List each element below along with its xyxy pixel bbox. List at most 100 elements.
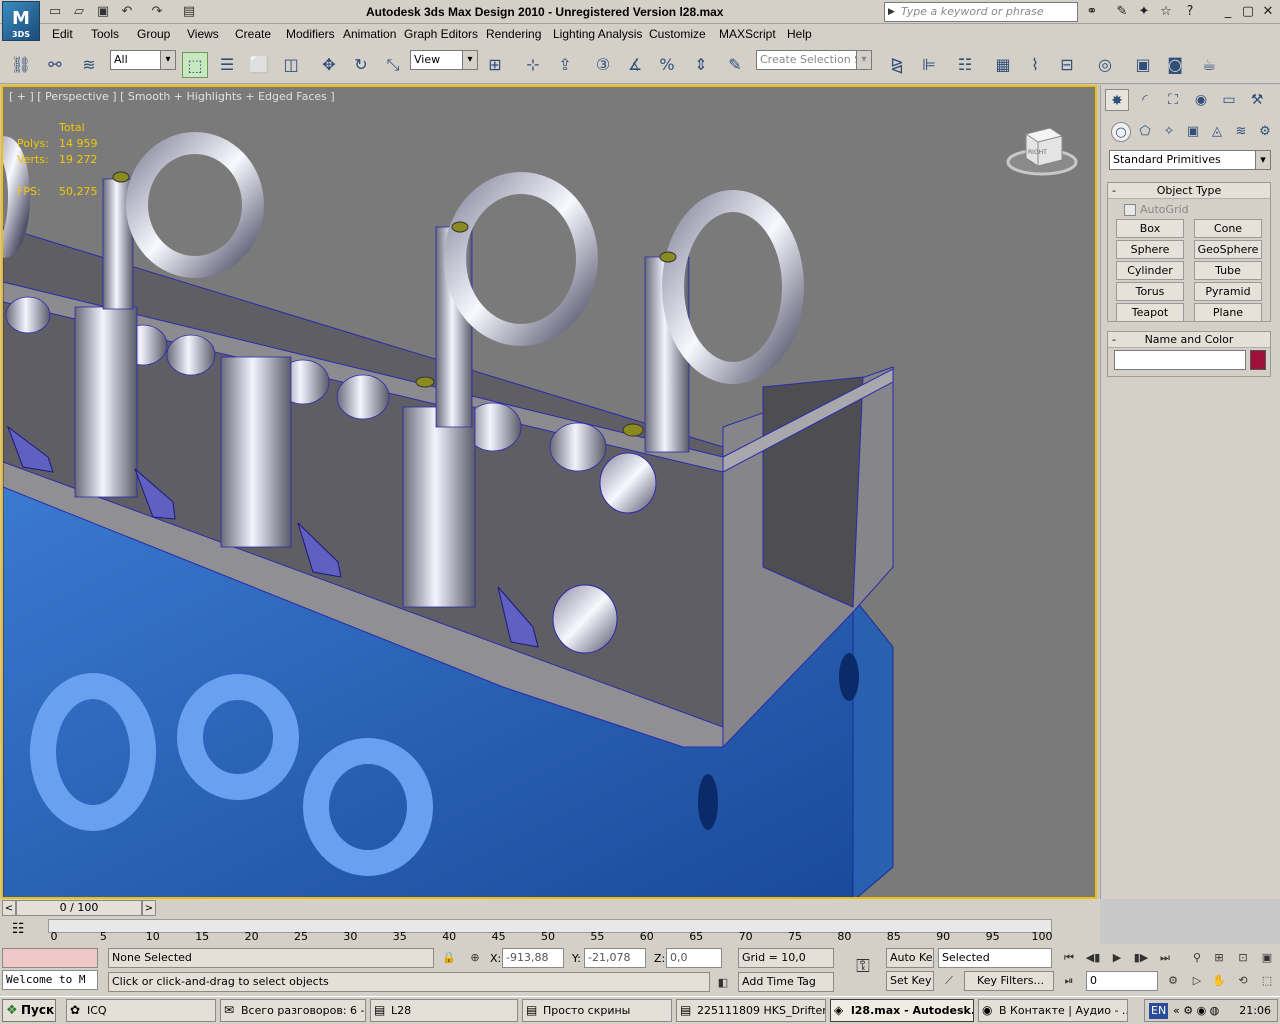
set-key-button[interactable]: Set Key [886,971,934,991]
sphere-button[interactable]: Sphere [1116,240,1184,259]
angle-snap-icon[interactable]: ∡ [622,52,648,78]
reference-coordinate-dropdown[interactable]: View [410,50,478,70]
task-3dsmax[interactable]: ◈ l28.max - Autodesk... [830,999,974,1022]
time-next-arrow-icon[interactable]: > [142,900,156,916]
render-production-icon[interactable]: ☕ [1196,52,1222,78]
pivot-center-icon[interactable]: ⊞ [482,52,508,78]
key-mode-toggle-icon[interactable]: ⏯ [1060,972,1078,990]
link-icon[interactable]: ⛓ [8,52,34,78]
select-object-icon[interactable]: ⬚ [182,52,208,78]
menu-group[interactable]: Group [137,27,170,41]
previous-frame-icon[interactable]: ◀▮ [1084,949,1102,967]
space-warps-icon[interactable]: ≋ [1231,122,1251,142]
field-of-view-icon[interactable]: ▷ [1188,972,1206,990]
redo-icon[interactable]: ↷ [148,3,166,21]
set-key-icon[interactable]: ⚿ [850,958,876,976]
cone-button[interactable]: Cone [1194,219,1262,238]
task-browser[interactable]: ◉ В Контакте | Аудио - ... [978,999,1128,1022]
maxscript-mini-listener-top[interactable] [2,948,98,968]
spinner-snap-icon[interactable]: ⇕ [688,52,714,78]
z-coordinate-input[interactable]: 0,0 [666,948,722,968]
time-slider[interactable]: 0 / 100 [16,900,142,916]
pan-view-icon[interactable]: ✋ [1210,972,1228,990]
orbit-icon[interactable]: ⟲ [1234,972,1252,990]
shapes-icon[interactable]: ⬠ [1135,122,1155,142]
scale-icon[interactable]: ⤡ [380,52,406,78]
go-to-start-icon[interactable]: ⏮ [1060,949,1078,967]
subscription-icon[interactable]: ✎ [1112,3,1132,21]
teapot-button[interactable]: Teapot [1116,303,1184,322]
geometry-icon[interactable]: ○ [1111,122,1131,142]
autogrid-checkbox[interactable]: AutoGrid [1124,203,1189,216]
primitive-category-dropdown[interactable]: Standard Primitives [1109,150,1271,170]
edit-named-selection-icon[interactable]: ✎ [722,52,748,78]
application-button[interactable]: M 3DS [2,1,40,41]
maxscript-mini-listener[interactable]: Welcome to M [2,970,98,990]
menu-help[interactable]: Help [787,27,812,41]
tray-icons[interactable]: « ⚙ ◉ ◍ [1173,1000,1219,1021]
percent-snap-icon[interactable]: % [654,52,680,78]
cylinder-button[interactable]: Cylinder [1116,261,1184,280]
zoom-extents-all-icon[interactable]: ▣ [1258,949,1276,967]
menu-create[interactable]: Create [235,27,271,41]
viewcube[interactable]: RIGHT [1006,122,1078,178]
snaps-toggle-icon[interactable]: ③ [590,52,616,78]
render-setup-icon[interactable]: ▣ [1130,52,1156,78]
lock-selection-icon[interactable]: 🔒 [440,949,458,967]
time-prev-arrow-icon[interactable]: < [2,900,16,916]
next-frame-icon[interactable]: ▮▶ [1132,949,1150,967]
favorites-icon[interactable]: ☆ [1156,3,1176,21]
undo-icon[interactable]: ↶ [118,3,136,21]
start-button[interactable]: Пуск [2,999,56,1022]
lights-icon[interactable]: ✧ [1159,122,1179,142]
maximize-viewport-icon[interactable]: ⬚ [1258,972,1276,990]
mirror-icon[interactable]: ⧎ [884,52,910,78]
key-mode-dropdown[interactable]: Selected [938,948,1052,968]
rendered-frame-window-icon[interactable]: ◙ [1162,52,1188,78]
material-editor-icon[interactable]: ◎ [1092,52,1118,78]
absolute-mode-icon[interactable]: ⊕ [466,949,484,967]
zoom-icon[interactable]: ⚲ [1188,949,1206,967]
move-icon[interactable]: ✥ [316,52,342,78]
rectangular-selection-icon[interactable]: ⬜ [246,52,272,78]
object-type-title[interactable]: Object Type [1108,183,1270,199]
task-folder-l28[interactable]: ▤ L28 [370,999,518,1022]
select-manipulate-icon[interactable]: ⊹ [520,52,546,78]
viewport-label[interactable]: [ + ] [ Perspective ] [ Smooth + Highlig… [9,90,335,103]
menu-modifiers[interactable]: Modifiers [286,27,335,41]
language-indicator[interactable]: EN [1149,1003,1169,1019]
hierarchy-tab-icon[interactable]: ⛶ [1161,89,1185,111]
window-crossing-icon[interactable]: ◫ [278,52,304,78]
current-frame-input[interactable]: 0 [1086,971,1158,991]
menu-tools[interactable]: Tools [91,27,119,41]
menu-maxscript[interactable]: MAXScript [719,27,776,41]
torus-button[interactable]: Torus [1116,282,1184,301]
zoom-extents-icon[interactable]: ⊡ [1234,949,1252,967]
schematic-view-icon[interactable]: ⊟ [1054,52,1080,78]
task-icq[interactable]: ✿ ICQ [66,999,216,1022]
go-to-end-icon[interactable]: ⏭ [1156,949,1174,967]
layer-manager-icon[interactable]: ☷ [952,52,978,78]
save-icon[interactable]: ▣ [94,3,112,21]
helpers-icon[interactable]: ◬ [1207,122,1227,142]
time-configuration-icon[interactable]: ⚙ [1164,972,1182,990]
zoom-all-icon[interactable]: ⊞ [1210,949,1228,967]
auto-key-button[interactable]: Auto Key [886,948,934,968]
menu-graph-editors[interactable]: Graph Editors [404,27,478,41]
menu-edit[interactable]: Edit [52,27,73,41]
motion-tab-icon[interactable]: ◉ [1189,89,1213,111]
help-icon[interactable]: ? [1180,3,1200,21]
utilities-tab-icon[interactable]: ⚒ [1245,89,1269,111]
keyboard-shortcut-override-icon[interactable]: ⇪ [552,52,578,78]
minimize-icon[interactable]: _ [1218,3,1238,21]
modify-tab-icon[interactable]: ◜ [1133,89,1157,111]
add-time-tag-button[interactable]: Add Time Tag [738,972,834,992]
default-tangent-icon[interactable]: ⟋ [940,972,958,990]
new-file-icon[interactable]: ▭ [46,3,64,21]
pyramid-button[interactable]: Pyramid [1194,282,1262,301]
create-tab-icon[interactable]: ✸ [1105,89,1129,111]
x-coordinate-input[interactable]: -913,88 [502,948,564,968]
display-tab-icon[interactable]: ▭ [1217,89,1241,111]
align-icon[interactable]: ⊫ [916,52,942,78]
menu-views[interactable]: Views [187,27,219,41]
